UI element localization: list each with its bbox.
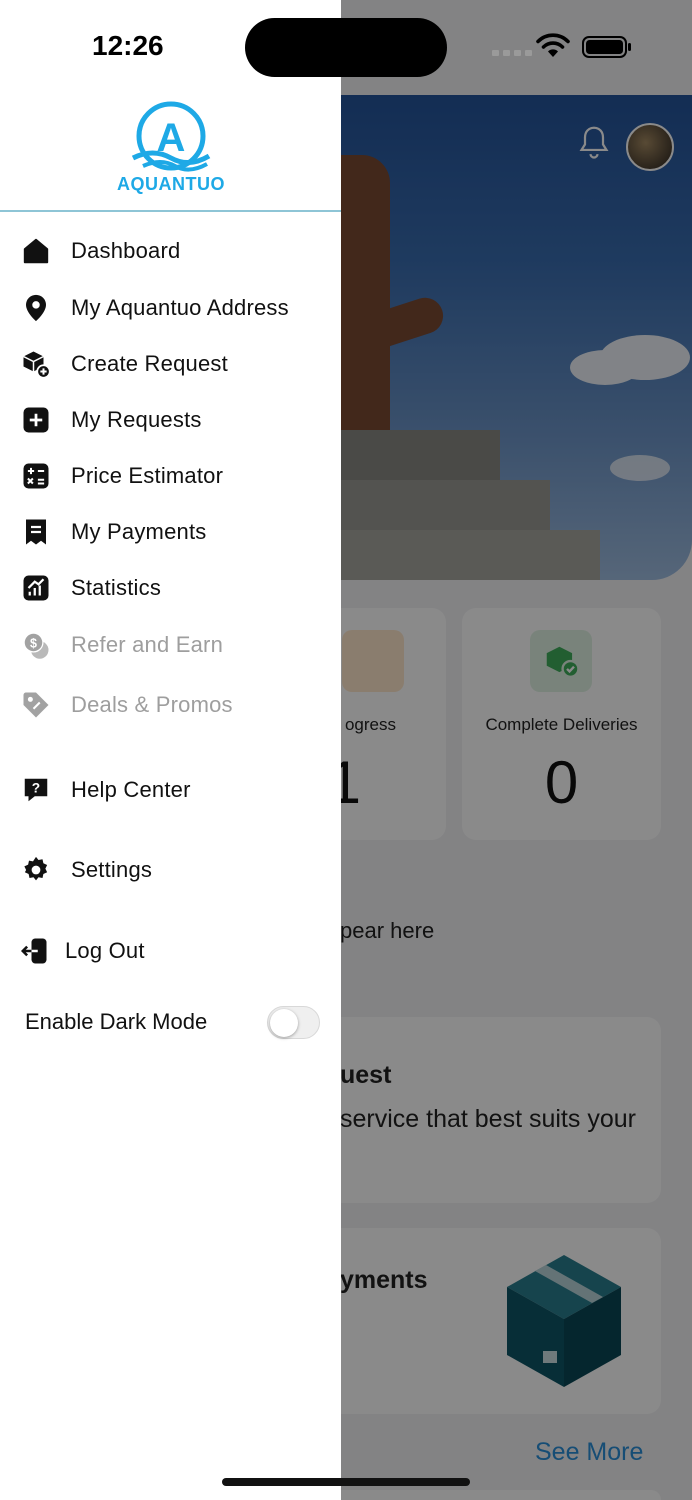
wifi-icon (536, 33, 570, 57)
menu-item-refer-and-earn[interactable]: $ Refer and Earn (0, 620, 341, 670)
menu-label-price-estimator: Price Estimator (71, 463, 224, 488)
logo-wordmark: AQUANTUO (117, 174, 225, 194)
menu-item-help-center[interactable]: ? Help Center (0, 765, 341, 815)
drawer-divider (0, 210, 341, 212)
package-add-icon (20, 348, 52, 380)
gear-icon (20, 854, 52, 886)
menu-item-my-requests[interactable]: My Requests (0, 395, 341, 445)
menu-label-dashboard: Dashboard (71, 238, 181, 263)
logout-icon (18, 935, 50, 967)
plus-square-icon (20, 404, 52, 436)
menu-label-settings: Settings (71, 857, 153, 882)
menu-label-deals-promos: Deals & Promos (71, 692, 233, 717)
home-indicator[interactable] (222, 1478, 470, 1486)
home-icon (20, 235, 52, 267)
menu-item-statistics[interactable]: Statistics (0, 563, 341, 613)
dynamic-island (245, 18, 447, 77)
dark-mode-row: Enable Dark Mode (0, 1000, 341, 1046)
menu-label-my-address: My Aquantuo Address (71, 295, 289, 320)
dark-mode-label: Enable Dark Mode (25, 1009, 208, 1034)
svg-text:?: ? (32, 781, 40, 796)
menu-label-log-out: Log Out (65, 938, 145, 963)
menu-label-create-request: Create Request (71, 351, 228, 376)
navigation-drawer: A AQUANTUO Dashboard My Aquantuo Address… (0, 0, 341, 1500)
menu-item-create-request[interactable]: Create Request (0, 339, 341, 389)
battery-icon (582, 36, 631, 58)
menu-label-my-payments: My Payments (71, 519, 207, 544)
help-chat-icon: ? (20, 774, 52, 806)
menu-label-refer-and-earn: Refer and Earn (71, 632, 223, 657)
menu-item-dashboard[interactable]: Dashboard (0, 226, 341, 276)
menu-label-help-center: Help Center (71, 777, 191, 802)
location-pin-icon (20, 292, 52, 324)
coins-icon: $ (20, 629, 52, 661)
svg-text:$: $ (30, 637, 37, 651)
cellular-signal-icon (492, 50, 532, 56)
menu-item-deals-promos[interactable]: Deals & Promos (0, 680, 341, 730)
dark-mode-toggle[interactable] (267, 1006, 320, 1039)
menu-item-my-address[interactable]: My Aquantuo Address (0, 283, 341, 333)
receipt-icon (20, 516, 52, 548)
menu-item-my-payments[interactable]: My Payments (0, 507, 341, 557)
menu-label-my-requests: My Requests (71, 407, 202, 432)
menu-item-price-estimator[interactable]: Price Estimator (0, 451, 341, 501)
toggle-knob (270, 1009, 298, 1037)
status-time: 12:26 (92, 30, 164, 61)
calculator-icon (20, 460, 52, 492)
tag-icon (20, 689, 52, 721)
menu-item-log-out[interactable]: Log Out (0, 926, 341, 976)
menu-label-statistics: Statistics (71, 575, 162, 600)
chart-icon (20, 572, 52, 604)
menu-item-settings[interactable]: Settings (0, 845, 341, 895)
